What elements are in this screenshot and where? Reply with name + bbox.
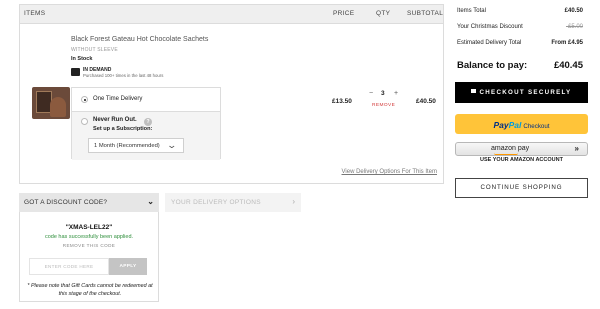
summary-value: From £4.95 <box>551 40 583 46</box>
amazon-pay-logo: amazon pay <box>491 145 530 152</box>
discount-title: GOT A DISCOUNT CODE? <box>24 199 108 206</box>
header-price: PRICE <box>333 10 355 17</box>
remove-code-link[interactable]: REMOVE THIS CODE <box>20 243 158 248</box>
cart-table: ITEMS PRICE QTY SUBTOTAL Black Forest Ga… <box>19 4 444 184</box>
balance-value: £40.45 <box>553 60 583 71</box>
demand-subtitle: Purchased 100+ times in the last 48 hour… <box>83 73 164 78</box>
item-price: £13.50 <box>332 98 352 105</box>
one-time-delivery-option[interactable]: One Time Delivery <box>72 88 220 112</box>
paypal-checkout-label: Checkout <box>523 123 550 130</box>
summary-label: Estimated Delivery Total <box>457 40 522 46</box>
amazon-pay-button[interactable]: amazon pay » <box>455 142 588 156</box>
never-run-out-label: Never Run Out. <box>93 117 137 123</box>
chevron-down-icon: ⌄ <box>147 197 154 206</box>
gift-card-note: * Please note that Gift Cards cannot be … <box>27 283 153 297</box>
summary-value: -£5.00 <box>565 24 583 30</box>
delivery-options-title: YOUR DELIVERY OPTIONS <box>171 199 261 206</box>
stock-status: In Stock <box>71 56 93 62</box>
item-subtotal: £40.50 <box>416 98 436 105</box>
subscription-radio[interactable] <box>81 118 88 125</box>
selected-frequency: 1 Month (Recommended) <box>94 143 160 149</box>
summary-label: Items Total <box>457 8 486 14</box>
balance-to-pay: Balance to pay: £40.45 <box>457 60 583 74</box>
paypal-logo-pay: Pay <box>493 120 509 130</box>
summary-label: Your Christmas Discount <box>457 24 523 30</box>
use-amazon-account-label: USE YOUR AMAZON ACCOUNT <box>480 157 563 163</box>
qty-increase-button[interactable]: + <box>394 90 398 97</box>
discount-code-header[interactable]: GOT A DISCOUNT CODE? ⌄ <box>19 193 159 212</box>
subscription-frequency-select[interactable]: 1 Month (Recommended) ⌄ <box>88 138 184 153</box>
qty-decrease-button[interactable]: − <box>369 90 373 97</box>
product-image[interactable] <box>32 87 70 119</box>
product-mug-image <box>50 97 66 117</box>
chevron-right-icon: › <box>292 197 295 206</box>
qty-value[interactable]: 3 <box>381 90 385 97</box>
continue-shopping-button[interactable]: CONTINUE SHOPPING <box>455 178 588 198</box>
discount-code-input[interactable]: ENTER CODE HERE <box>29 258 109 275</box>
chevron-down-icon: ⌄ <box>166 140 178 150</box>
setup-subscription-label: Set up a Subscription: <box>93 126 153 132</box>
cart-header: ITEMS PRICE QTY SUBTOTAL <box>20 5 443 24</box>
paypal-logo-pal: Pal <box>508 120 522 130</box>
remove-item-link[interactable]: REMOVE <box>372 103 395 108</box>
view-delivery-options-link[interactable]: View Delivery Options For This Item <box>342 169 437 175</box>
header-subtotal: SUBTOTAL <box>407 10 444 17</box>
lock-icon <box>471 89 477 94</box>
delivery-options-header[interactable]: YOUR DELIVERY OPTIONS › <box>165 193 301 212</box>
header-qty: QTY <box>376 10 391 17</box>
one-time-label: One Time Delivery <box>93 96 143 102</box>
code-applied-message: code has successfully been applied. <box>44 234 134 240</box>
checkout-label: CHECKOUT SECURELY <box>479 89 572 96</box>
double-chevron-right-icon: » <box>574 144 579 153</box>
checkout-securely-button[interactable]: CHECKOUT SECURELY <box>455 82 588 103</box>
paypal-checkout-button[interactable]: PayPal Checkout <box>455 114 588 134</box>
discount-code-panel: "XMAS-LEL22" code has successfully been … <box>19 212 159 302</box>
summary-delivery: Estimated Delivery Total From £4.95 <box>457 40 583 46</box>
subscription-option[interactable]: Never Run Out. ? Set up a Subscription: … <box>72 112 220 160</box>
apply-code-button[interactable]: APPLY <box>109 258 147 275</box>
product-name[interactable]: Black Forest Gateau Hot Chocolate Sachet… <box>71 36 208 43</box>
help-icon[interactable]: ? <box>144 118 152 126</box>
amazon-smile-icon <box>494 153 518 155</box>
cart-icon <box>71 68 80 76</box>
delivery-frequency-box: One Time Delivery Never Run Out. ? Set u… <box>71 87 221 160</box>
product-variant: WITHOUT SLEEVE <box>71 47 118 53</box>
applied-code: "XMAS-LEL22" <box>65 224 113 231</box>
balance-label: Balance to pay: <box>457 60 528 71</box>
header-items: ITEMS <box>24 10 46 17</box>
summary-value: £40.50 <box>564 8 583 14</box>
summary-items-total: Items Total £40.50 <box>457 8 583 14</box>
one-time-radio[interactable] <box>81 96 88 103</box>
summary-discount: Your Christmas Discount -£5.00 <box>457 24 583 30</box>
